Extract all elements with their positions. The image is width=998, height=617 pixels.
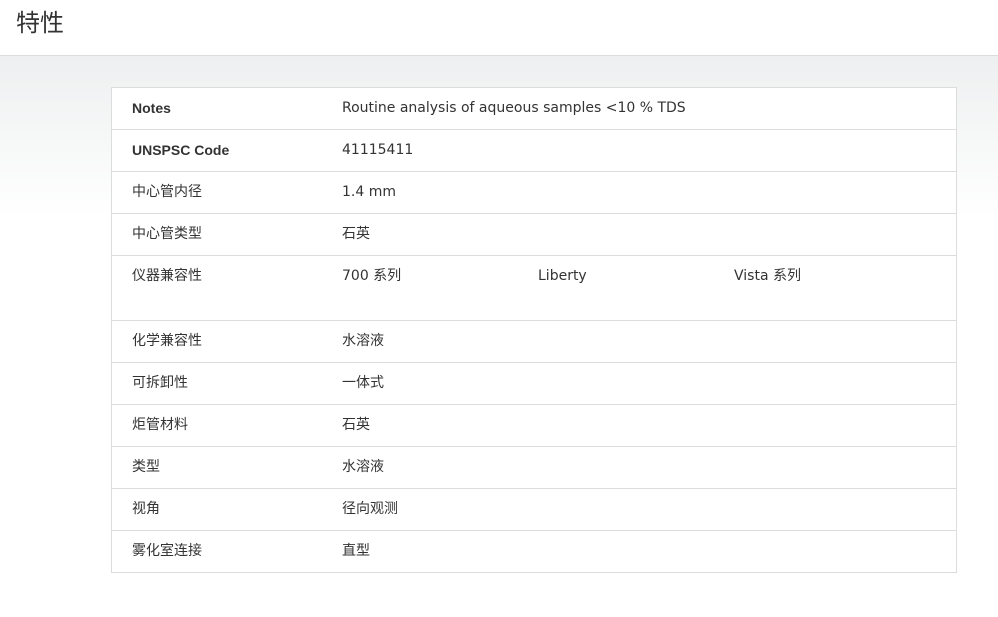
- row-value: Routine analysis of aqueous samples <10 …: [342, 100, 686, 116]
- table-row-type: 类型 水溶液: [112, 446, 956, 488]
- page-header: 特性: [0, 0, 998, 56]
- row-value: 水溶液: [342, 333, 384, 349]
- row-label: 类型: [132, 459, 160, 475]
- row-value: Liberty: [538, 268, 587, 284]
- row-value: 一体式: [342, 375, 384, 391]
- table-row-center-tube-type: 中心管类型 石英: [112, 213, 956, 255]
- row-label: 仪器兼容性: [132, 268, 202, 284]
- table-row-notes: Notes Routine analysis of aqueous sample…: [112, 88, 956, 129]
- row-label: 视角: [132, 501, 160, 517]
- table-row-center-tube-id: 中心管内径 1.4 mm: [112, 171, 956, 213]
- table-row-instrument-compatibility: 仪器兼容性 700 系列 Liberty Vista 系列: [112, 255, 956, 320]
- row-value: Vista 系列: [734, 268, 801, 284]
- content-area: Notes Routine analysis of aqueous sample…: [0, 56, 998, 617]
- table-row-torch-material: 炬管材料 石英: [112, 404, 956, 446]
- row-value: 700 系列: [342, 268, 402, 284]
- row-label: 可拆卸性: [132, 375, 188, 391]
- row-value: 径向观测: [342, 501, 398, 517]
- page-title: 特性: [16, 9, 64, 37]
- row-label: 化学兼容性: [132, 333, 202, 349]
- specifications-table: Notes Routine analysis of aqueous sample…: [111, 87, 957, 573]
- row-value: 石英: [342, 417, 370, 433]
- row-label: 中心管内径: [132, 184, 202, 200]
- table-row-viewing-mode: 视角 径向观测: [112, 488, 956, 530]
- row-value: 水溶液: [342, 459, 384, 475]
- table-row-spray-chamber-connection: 雾化室连接 直型: [112, 530, 956, 572]
- row-label: Notes: [132, 100, 171, 116]
- row-value: 石英: [342, 226, 370, 242]
- table-row-demountability: 可拆卸性 一体式: [112, 362, 956, 404]
- row-value: 1.4 mm: [342, 184, 396, 200]
- table-row-unspsc-code: UNSPSC Code 41115411: [112, 129, 956, 171]
- row-label: 中心管类型: [132, 226, 202, 242]
- row-label: 雾化室连接: [132, 543, 202, 559]
- row-label: 炬管材料: [132, 417, 188, 433]
- row-value: 41115411: [342, 142, 414, 158]
- row-value: 直型: [342, 543, 370, 559]
- row-label: UNSPSC Code: [132, 142, 230, 158]
- table-row-chemical-compatibility: 化学兼容性 水溶液: [112, 320, 956, 362]
